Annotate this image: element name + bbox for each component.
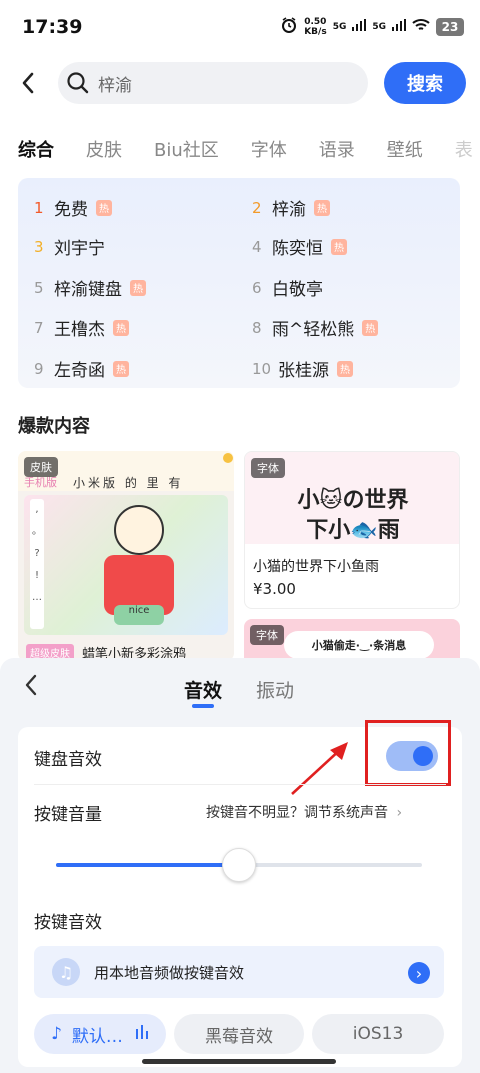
hot-search-list: 1 免费热 2 梓渝热 3 刘宇宁 4 陈奕恒热 5 梓渝键盘热 6 白敬亭 7 王橹杰热 8… bbox=[18, 178, 460, 388]
list-item[interactable]: 9 左奇函热 bbox=[34, 356, 129, 381]
list-item[interactable]: 10 张桂源热 bbox=[252, 356, 353, 381]
list-item[interactable]: 1 免费热 bbox=[34, 195, 112, 220]
hot-badge: 热 bbox=[130, 279, 146, 296]
hot-badge: 热 bbox=[314, 199, 330, 216]
search-button[interactable]: 搜索 bbox=[384, 62, 466, 104]
title-strip: 小米版 的 里 有 bbox=[73, 475, 184, 490]
hot-badge: 热 bbox=[331, 238, 347, 255]
skin-preview-image: ,。?!… nice bbox=[24, 495, 228, 635]
tab-wallpapers[interactable]: 壁纸 bbox=[387, 136, 423, 166]
search-input[interactable] bbox=[98, 73, 318, 93]
net-speed: 0.50 KB/s bbox=[304, 16, 327, 37]
back-button[interactable] bbox=[14, 66, 42, 100]
wifi-icon bbox=[412, 18, 430, 35]
card-tag: 皮肤 bbox=[24, 457, 58, 477]
tab-skins[interactable]: 皮肤 bbox=[86, 136, 122, 166]
list-item[interactable]: 3 刘宇宁 bbox=[34, 234, 105, 260]
key-effect-label: 按键音效 bbox=[34, 913, 102, 933]
content-card-font[interactable]: 小🐱の世界 下小🐟雨 字体 小猫的世界下小鱼雨 ¥3.00 bbox=[244, 451, 460, 609]
list-item[interactable]: 4 陈奕恒热 bbox=[252, 234, 347, 259]
tab-vibrate[interactable]: 振动 bbox=[256, 676, 294, 703]
status-icons: 0.50 KB/s 5G 5G 23 bbox=[280, 16, 464, 37]
card-title: 小猫的世界下小鱼雨 bbox=[253, 559, 379, 575]
list-item[interactable]: 8 雨^轻松熊热 bbox=[252, 315, 379, 340]
hot-badge: 热 bbox=[113, 360, 129, 377]
list-item[interactable]: 5 梓渝键盘热 bbox=[34, 275, 146, 300]
volume-slider-fill bbox=[56, 863, 238, 867]
tab-emoji[interactable]: 表 bbox=[455, 136, 473, 166]
hot-badge: 热 bbox=[113, 319, 129, 336]
card-tag: 字体 bbox=[250, 625, 284, 645]
highlight-box bbox=[365, 720, 451, 786]
equalizer-icon bbox=[135, 1024, 149, 1044]
local-audio-label: 用本地音频做按键音效 bbox=[94, 963, 245, 982]
chevron-left-icon bbox=[25, 674, 37, 696]
local-audio-row[interactable]: ♫ 用本地音频做按键音效 › bbox=[34, 946, 444, 998]
volume-hint-link[interactable]: 按键音不明显？调节系统声音 › bbox=[206, 802, 402, 822]
list-item[interactable]: 2 梓渝热 bbox=[252, 195, 330, 220]
section-title: 爆款内容 bbox=[18, 416, 90, 437]
category-tabs: 综合 皮肤 Biu社区 字体 语录 壁纸 表 bbox=[18, 136, 480, 166]
search-icon bbox=[67, 72, 89, 94]
home-indicator[interactable] bbox=[142, 1059, 336, 1064]
hot-badge: 热 bbox=[337, 360, 353, 377]
card-tag: 字体 bbox=[251, 458, 285, 478]
key-sound-label: 键盘音效 bbox=[34, 750, 102, 770]
signal-icon bbox=[392, 19, 406, 34]
chevron-right-icon: › bbox=[396, 805, 403, 821]
chevron-left-icon bbox=[22, 72, 34, 94]
card-banner: 小猫偷走·‿·条消息 bbox=[284, 631, 434, 659]
hot-badge: 热 bbox=[362, 319, 379, 336]
sun-icon bbox=[223, 453, 233, 463]
tab-biu-community[interactable]: Biu社区 bbox=[154, 136, 219, 166]
volume-slider-thumb[interactable] bbox=[222, 848, 256, 882]
sound-chip-blackberry[interactable]: 黑莓音效 bbox=[174, 1014, 304, 1054]
hot-badge: 热 bbox=[96, 199, 112, 216]
sound-chip-default[interactable]: ♪ 默认… bbox=[34, 1014, 166, 1054]
sheet-back-button[interactable] bbox=[24, 674, 38, 702]
red-arrow-icon bbox=[291, 742, 348, 795]
list-item[interactable]: 7 王橹杰热 bbox=[34, 315, 129, 340]
tab-all[interactable]: 综合 bbox=[18, 136, 54, 166]
music-note-icon: ♫ bbox=[52, 958, 80, 986]
battery-icon: 23 bbox=[436, 17, 464, 36]
content-card-skin[interactable]: 手机版 小米版 的 里 有 皮肤 ,。?!… nice 超级皮肤 蜡笔小新多彩涂… bbox=[18, 451, 234, 661]
volume-label: 按键音量 bbox=[34, 805, 102, 825]
status-time: 17:39 bbox=[22, 16, 83, 38]
sound-chip-ios13[interactable]: iOS13 bbox=[312, 1014, 444, 1054]
tab-quotes[interactable]: 语录 bbox=[319, 136, 355, 166]
tab-underline bbox=[192, 704, 214, 708]
chevron-right-icon: › bbox=[408, 962, 430, 984]
signal-5g-1: 5G bbox=[332, 21, 347, 32]
alarm-icon bbox=[280, 16, 298, 37]
tab-fonts[interactable]: 字体 bbox=[251, 136, 287, 166]
music-note-icon: ♪ bbox=[51, 1024, 62, 1044]
list-item[interactable]: 6 白敬亭 bbox=[252, 275, 323, 301]
tab-sound[interactable]: 音效 bbox=[184, 676, 222, 703]
signal-icon bbox=[352, 19, 367, 34]
card-price: ¥3.00 bbox=[253, 580, 296, 598]
signal-5g-2: 5G bbox=[372, 21, 386, 32]
search-box[interactable] bbox=[58, 62, 368, 104]
